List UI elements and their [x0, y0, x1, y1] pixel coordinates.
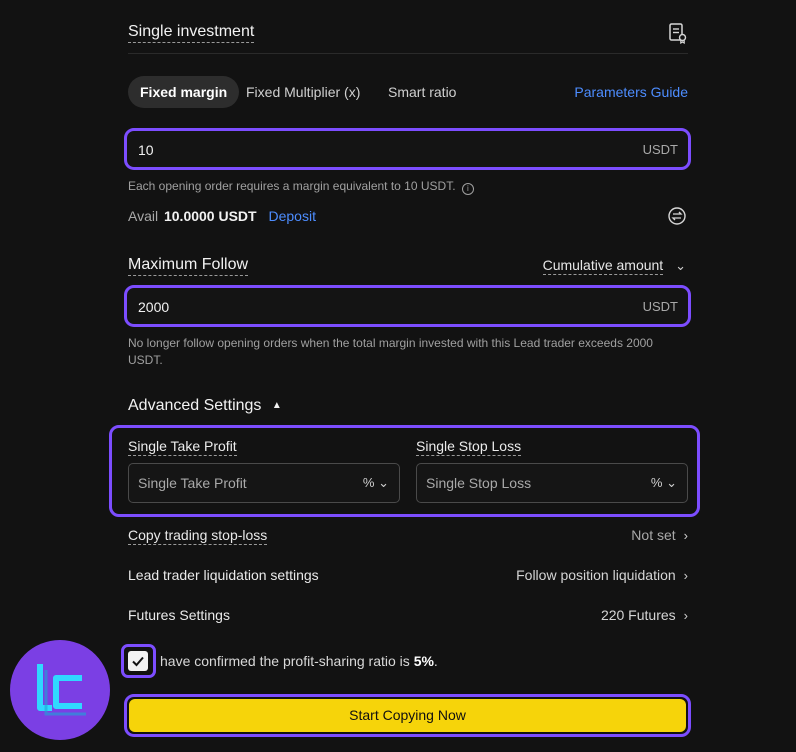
- margin-value: 10: [138, 142, 154, 158]
- take-profit-unit-dropdown[interactable]: % ⌄: [363, 475, 389, 491]
- margin-hint-text: Each opening order requires a margin equ…: [128, 179, 456, 193]
- avail-label: Avail: [128, 208, 159, 224]
- take-profit-label: Single Take Profit: [128, 438, 237, 456]
- margin-input[interactable]: 10 USDT: [124, 128, 691, 170]
- max-follow-title: Maximum Follow: [128, 256, 249, 276]
- start-copying-highlight: Start Copying Now: [124, 694, 691, 737]
- liquidation-settings-value: Follow position liquidation: [516, 567, 676, 583]
- chevron-down-icon: ⌄: [666, 475, 677, 490]
- deposit-link[interactable]: Deposit: [268, 208, 315, 224]
- confirm-checkbox[interactable]: [128, 651, 148, 671]
- avail-amount: 10.0000 USDT: [163, 208, 257, 224]
- section-title: Single investment: [128, 23, 255, 43]
- liquidation-settings-value-wrap: Follow position liquidation ›: [516, 567, 688, 583]
- max-follow-value: 2000: [138, 299, 170, 315]
- futures-settings-value-wrap: 220 Futures ›: [601, 607, 688, 623]
- stop-loss-input[interactable]: Single Stop Loss % ⌄: [416, 463, 688, 503]
- max-follow-unit: USDT: [642, 299, 678, 314]
- divider: [128, 53, 688, 54]
- chevron-right-icon: ›: [683, 608, 688, 623]
- check-icon: [132, 656, 144, 667]
- parameters-guide-link[interactable]: Parameters Guide: [574, 76, 688, 108]
- chevron-right-icon: ›: [683, 568, 688, 583]
- info-icon[interactable]: i: [461, 183, 474, 195]
- stop-loss-unit-dropdown[interactable]: % ⌄: [651, 475, 677, 491]
- take-profit-input[interactable]: Single Take Profit % ⌄: [128, 463, 400, 503]
- transfer-icon[interactable]: [668, 207, 686, 225]
- avail-row: Avail 10.0000 USDT Deposit: [128, 208, 316, 224]
- futures-settings-label: Futures Settings: [128, 607, 230, 623]
- take-profit-placeholder: Single Take Profit: [138, 475, 247, 491]
- chevron-down-icon: ⌄: [675, 258, 686, 273]
- tab-fixed-multiplier[interactable]: Fixed Multiplier (x): [246, 76, 360, 108]
- cumulative-amount-dropdown[interactable]: Cumulative amount ⌄: [542, 257, 686, 275]
- copy-stop-loss-label: Copy trading stop-loss: [128, 527, 268, 545]
- stop-loss-label: Single Stop Loss: [416, 438, 522, 456]
- copy-stop-loss-value: Not set: [631, 527, 676, 543]
- document-badge-icon[interactable]: [668, 22, 688, 45]
- caret-up-icon: ▲: [271, 400, 282, 411]
- stop-loss-placeholder: Single Stop Loss: [426, 475, 532, 491]
- max-follow-hint: No longer follow opening orders when the…: [128, 336, 653, 367]
- liquidation-settings-row[interactable]: Lead trader liquidation settings Follow …: [128, 567, 688, 589]
- advanced-settings-toggle[interactable]: Advanced Settings ▲: [128, 397, 282, 415]
- brand-logo: [10, 640, 110, 740]
- liquidation-settings-label: Lead trader liquidation settings: [128, 567, 319, 583]
- tab-fixed-margin[interactable]: Fixed margin: [128, 76, 240, 108]
- max-follow-input[interactable]: 2000 USDT: [124, 285, 691, 327]
- take-profit-unit: %: [362, 475, 375, 490]
- margin-unit: USDT: [642, 142, 678, 157]
- advanced-settings-title: Advanced Settings: [128, 397, 262, 414]
- start-copying-button[interactable]: Start Copying Now: [129, 699, 686, 732]
- margin-hint: Each opening order requires a margin equ…: [128, 178, 474, 195]
- futures-settings-row[interactable]: Futures Settings 220 Futures ›: [128, 607, 688, 629]
- tab-smart-ratio[interactable]: Smart ratio: [388, 76, 456, 108]
- copy-stop-loss-row[interactable]: Copy trading stop-loss Not set ›: [128, 527, 688, 549]
- confirm-text-body: have confirmed the profit-sharing ratio …: [160, 653, 410, 669]
- cumulative-amount-label: Cumulative amount: [542, 257, 664, 275]
- chevron-down-icon: ⌄: [378, 475, 389, 490]
- confirm-text: have confirmed the profit-sharing ratio …: [160, 653, 438, 669]
- stop-loss-unit: %: [650, 475, 663, 490]
- copy-stop-loss-value-wrap: Not set ›: [631, 527, 688, 543]
- chevron-right-icon: ›: [683, 528, 688, 543]
- profit-share-ratio: 5%: [413, 653, 434, 669]
- futures-settings-value: 220 Futures: [600, 607, 676, 623]
